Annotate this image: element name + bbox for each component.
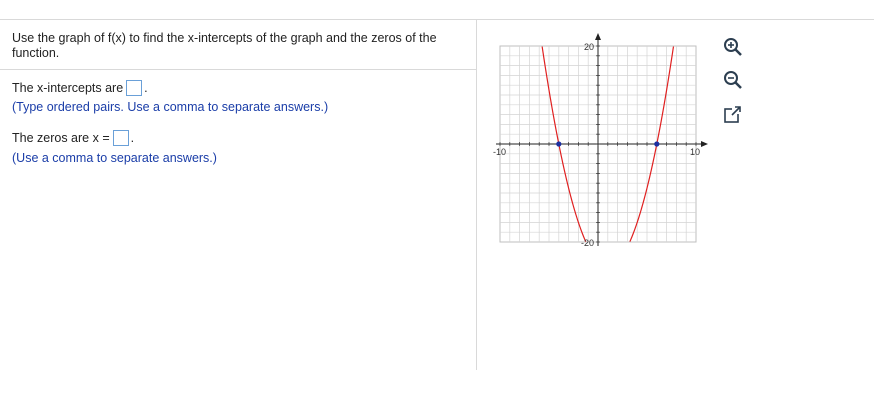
tick-label-x-max: 10 — [690, 147, 700, 157]
x-intercepts-answer-box[interactable] — [126, 80, 143, 96]
x-intercepts-period: . — [144, 81, 148, 95]
tick-label-y-min: -20 — [581, 238, 594, 248]
zoom-out-icon[interactable] — [722, 69, 744, 91]
zeros-period: . — [130, 131, 135, 145]
panel-divider — [476, 20, 477, 370]
tick-label-y-max: 20 — [584, 42, 594, 52]
x-intercepts-hint: (Type ordered pairs. Use a comma to sepa… — [12, 100, 329, 114]
x-axis-arrow — [701, 141, 708, 147]
zoom-in-icon[interactable] — [722, 36, 744, 58]
x-intercept-point — [654, 141, 660, 147]
expand-icon[interactable] — [722, 104, 744, 126]
question-text: Use the graph of f(x) to find the x-inte… — [12, 31, 437, 60]
x-intercepts-label: The x-intercepts are — [12, 81, 124, 95]
zeros-label: The zeros are x = — [12, 131, 110, 145]
x-intercept-point — [556, 141, 562, 147]
question-divider — [0, 69, 476, 70]
question-panel: Use the graph of f(x) to find the x-inte… — [0, 20, 476, 370]
x-intercepts-row: The x-intercepts are . — [12, 80, 148, 96]
y-axis-arrow — [595, 33, 601, 40]
zeros-row: The zeros are x = . — [12, 130, 134, 146]
function-graph[interactable]: -10 10 20 -20 — [486, 32, 718, 254]
zeros-hint: (Use a comma to separate answers.) — [12, 151, 217, 165]
tick-label-x-min: -10 — [493, 147, 506, 157]
zeros-answer-box[interactable] — [112, 130, 129, 146]
